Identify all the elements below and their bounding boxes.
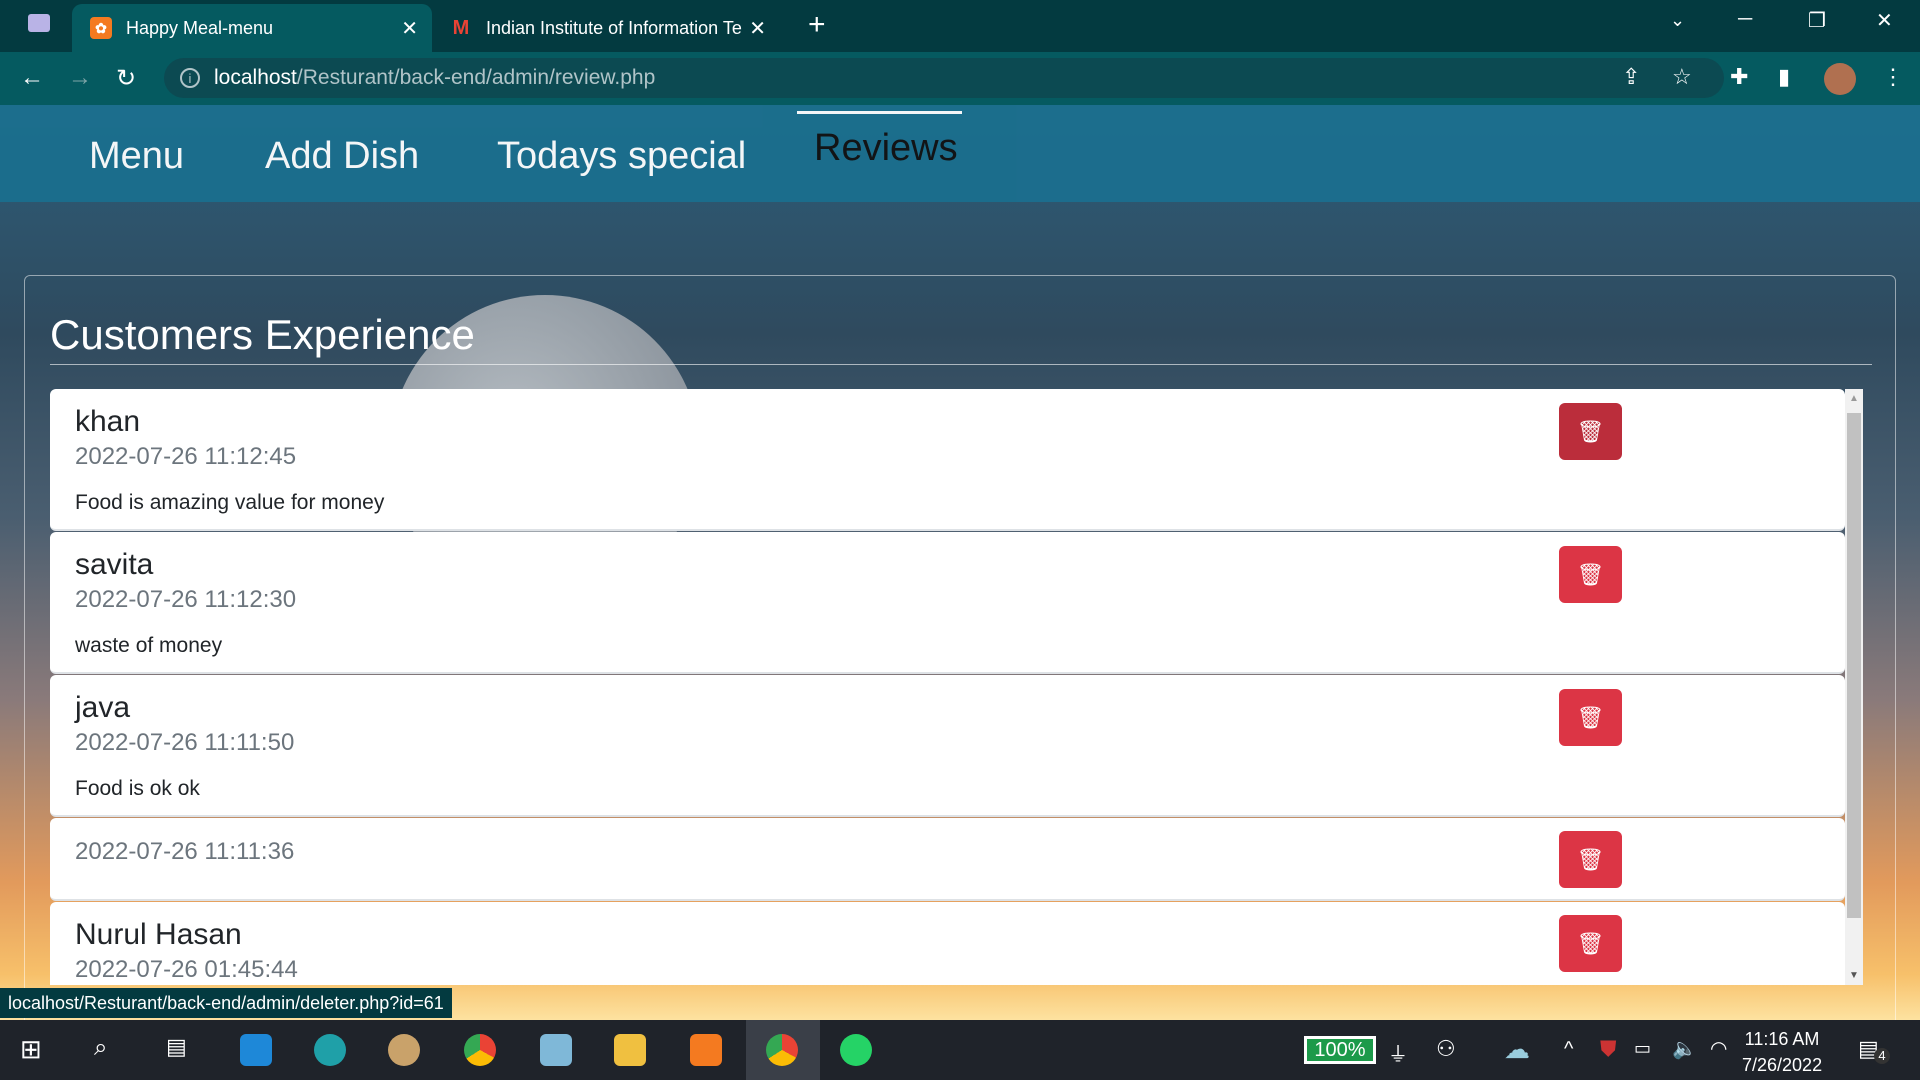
xampp-taskbar-icon[interactable] bbox=[690, 1034, 722, 1066]
task-view-icon[interactable]: ▤ bbox=[166, 1034, 198, 1066]
back-icon[interactable]: ← bbox=[20, 64, 44, 92]
tab-label: Happy Meal-menu bbox=[126, 17, 274, 38]
nav-reviews[interactable]: Reviews bbox=[814, 127, 958, 170]
tab-list-icon[interactable]: ⌄ bbox=[1670, 10, 1685, 31]
delete-button[interactable]: 🗑 bbox=[1559, 831, 1622, 888]
delete-button[interactable]: 🗑 bbox=[1559, 689, 1622, 746]
delete-button[interactable]: 🗑 bbox=[1559, 403, 1622, 460]
trash-icon: 🗑 bbox=[1576, 704, 1605, 730]
review-comment: Food is amazing value for money bbox=[75, 491, 385, 514]
reviews-list: khan 2022-07-26 11:12:45 Food is amazing… bbox=[50, 389, 1845, 985]
battery-indicator[interactable]: 100% bbox=[1304, 1036, 1376, 1064]
mcafee-icon[interactable]: ⛊ bbox=[1600, 1036, 1617, 1062]
trash-icon: 🗑 bbox=[1576, 561, 1605, 587]
date: 7/26/2022 bbox=[1742, 1055, 1823, 1075]
review-name: khan bbox=[75, 405, 141, 438]
people-icon[interactable]: ⚇ bbox=[1436, 1036, 1456, 1062]
new-tab-button[interactable]: + bbox=[808, 8, 826, 42]
chrome-icon[interactable] bbox=[464, 1034, 496, 1066]
trash-icon: 🗑 bbox=[1576, 418, 1605, 444]
search-icon[interactable]: ⌕ bbox=[94, 1034, 126, 1066]
trash-icon: 🗑 bbox=[1576, 846, 1605, 872]
profile-avatar[interactable] bbox=[1824, 63, 1856, 95]
url-path: /Resturant/back-end/admin/review.php bbox=[296, 66, 656, 89]
file-explorer-icon[interactable] bbox=[614, 1034, 646, 1066]
wifi-icon[interactable]: ◠ bbox=[1710, 1036, 1727, 1061]
windows-start-icon[interactable]: ⊞ bbox=[20, 1034, 52, 1066]
share-icon[interactable]: ⇪ bbox=[1622, 64, 1640, 90]
notes-icon[interactable] bbox=[540, 1034, 572, 1066]
side-panel-icon[interactable]: ▮ bbox=[1778, 64, 1790, 90]
reload-icon[interactable]: ↻ bbox=[116, 64, 136, 93]
restore-button[interactable]: ❐ bbox=[1808, 8, 1826, 33]
minimize-button[interactable]: ─ bbox=[1738, 8, 1752, 31]
active-indicator bbox=[797, 111, 962, 114]
time: 11:16 AM bbox=[1744, 1029, 1820, 1049]
review-date: 2022-07-26 11:12:30 bbox=[75, 586, 297, 613]
volume-icon[interactable]: 🔈 bbox=[1672, 1036, 1697, 1061]
scrollbar-thumb[interactable] bbox=[1847, 413, 1861, 918]
notification-count: 4 bbox=[1874, 1048, 1890, 1064]
section-title: Customers Experience bbox=[50, 311, 475, 358]
edge-icon[interactable] bbox=[314, 1034, 346, 1066]
delete-button[interactable]: 🗑 bbox=[1559, 915, 1622, 972]
taskbar: ⊞ ⌕ ▤ bbox=[0, 1020, 1920, 1080]
status-bar-url: localhost/Resturant/back-end/admin/delet… bbox=[0, 988, 452, 1018]
extensions-icon[interactable]: ✚ bbox=[1730, 64, 1748, 90]
plug-icon: ⏚ bbox=[1388, 1044, 1408, 1066]
weather-icon[interactable]: ☁ bbox=[1504, 1034, 1530, 1065]
close-window-button[interactable]: ✕ bbox=[1876, 8, 1893, 33]
review-item: khan 2022-07-26 11:12:45 Food is amazing… bbox=[50, 389, 1845, 531]
whatsapp-icon[interactable] bbox=[840, 1034, 872, 1066]
review-date: 2022-07-26 01:45:44 bbox=[75, 956, 298, 983]
review-item: java 2022-07-26 11:11:50 Food is ok ok 🗑 bbox=[50, 675, 1845, 817]
show-hidden-icons[interactable]: ^ bbox=[1564, 1038, 1573, 1061]
url-host: localhost bbox=[214, 66, 297, 89]
nav-add-dish[interactable]: Add Dish bbox=[265, 135, 419, 178]
chrome-active-taskbar[interactable] bbox=[746, 1020, 820, 1080]
review-date: 2022-07-26 11:12:45 bbox=[75, 443, 297, 470]
review-item: Nurul Hasan 2022-07-26 01:45:44 🗑 bbox=[50, 902, 1845, 985]
url-input[interactable]: i localhost/Resturant/back-end/admin/rev… bbox=[164, 58, 1724, 98]
review-item: 2022-07-26 11:11:36 🗑 bbox=[50, 818, 1845, 901]
notifications-button[interactable]: ▤ 4 bbox=[1858, 1036, 1890, 1064]
gmail-icon: M bbox=[452, 16, 470, 39]
tab-label: Indian Institute of Information Te bbox=[486, 17, 742, 38]
tab-gmail[interactable]: M Indian Institute of Information Te ✕ bbox=[440, 4, 780, 52]
trash-icon: 🗑 bbox=[1576, 930, 1605, 956]
paint-icon[interactable] bbox=[388, 1034, 420, 1066]
tab-search-icon[interactable] bbox=[28, 14, 50, 32]
bookmark-star-icon[interactable]: ☆ bbox=[1672, 64, 1692, 90]
close-tab-icon[interactable]: ✕ bbox=[749, 16, 766, 41]
clock[interactable]: 11:16 AM 7/26/2022 bbox=[1742, 1026, 1822, 1078]
review-name: java bbox=[75, 691, 131, 724]
more-menu-icon[interactable]: ⋮ bbox=[1882, 64, 1904, 90]
review-date: 2022-07-26 11:11:36 bbox=[75, 838, 295, 865]
review-comment: Food is ok ok bbox=[75, 777, 200, 800]
admin-navbar: Menu Add Dish Todays special Reviews bbox=[0, 105, 1920, 202]
nav-menu[interactable]: Menu bbox=[89, 135, 184, 178]
tab-happy-meal[interactable]: ✿ Happy Meal-menu ✕ bbox=[72, 4, 432, 52]
review-date: 2022-07-26 11:11:50 bbox=[75, 729, 295, 756]
info-icon[interactable]: i bbox=[180, 68, 200, 88]
divider bbox=[50, 364, 1872, 365]
xampp-icon: ✿ bbox=[90, 17, 112, 39]
vscode-icon[interactable] bbox=[240, 1034, 272, 1066]
review-name: Nurul Hasan bbox=[75, 918, 242, 951]
review-comment: waste of money bbox=[75, 634, 223, 657]
nav-todays-special[interactable]: Todays special bbox=[497, 135, 746, 178]
address-bar: ← → ↻ i localhost/Resturant/back-end/adm… bbox=[0, 52, 1920, 105]
review-item: savita 2022-07-26 11:12:30 waste of mone… bbox=[50, 532, 1845, 674]
power-icon[interactable]: ▭ bbox=[1634, 1038, 1651, 1059]
reviews-scrollbar[interactable]: ▲ ▼ bbox=[1845, 389, 1863, 985]
scroll-up-icon[interactable]: ▲ bbox=[1849, 393, 1859, 404]
delete-button[interactable]: 🗑 bbox=[1559, 546, 1622, 603]
review-name: savita bbox=[75, 548, 154, 581]
browser-tab-bar: ✿ Happy Meal-menu ✕ M Indian Institute o… bbox=[0, 0, 1920, 52]
close-tab-icon[interactable]: ✕ bbox=[401, 16, 418, 41]
scroll-down-icon[interactable]: ▼ bbox=[1849, 970, 1859, 981]
forward-icon[interactable]: → bbox=[68, 64, 92, 92]
